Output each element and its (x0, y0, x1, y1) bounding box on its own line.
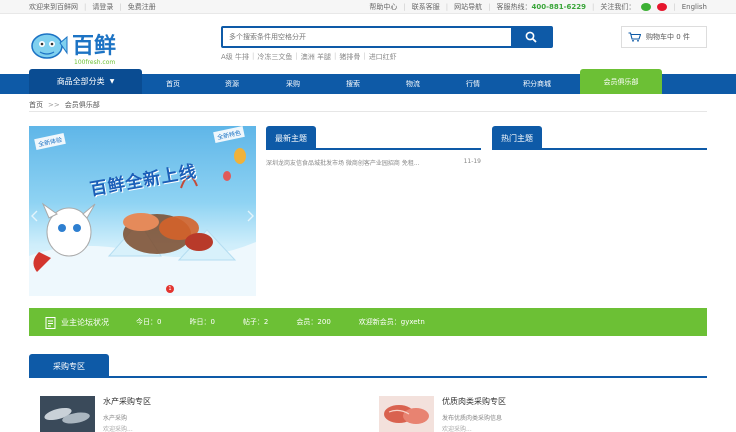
nav-item-purchase[interactable]: 采购 (268, 74, 318, 94)
hot-keyword[interactable]: 进口红虾 (366, 52, 400, 62)
breadcrumb-home[interactable]: 首页 (29, 100, 43, 110)
welcome-text: 欢迎来到百鲜网 (29, 2, 78, 11)
cart-label: 购物车中 0 件 (646, 33, 690, 41)
stat-new-member: 欢迎新会员：gyxetn (358, 318, 425, 326)
forum-stats-title: 业主论坛状况 (61, 317, 109, 327)
hot-keyword[interactable]: 冷冻三文鱼 (254, 52, 295, 62)
help-center-link[interactable]: 帮助中心 (369, 2, 397, 12)
stat-posts: 帖子：2 (242, 318, 269, 326)
tab-latest-topics[interactable]: 最新主题 (266, 126, 316, 150)
breadcrumb: 首页 >> 会员俱乐部 (29, 98, 707, 112)
logo-url: 100fresh.com (74, 59, 115, 66)
hot-keywords: A级 牛排 | 冷冻三文鱼 | 澳洲 羊腿 | 猪排骨 | 进口红虾 (221, 52, 553, 62)
stat-yesterday: 昨日：0 (189, 318, 215, 326)
tab-purchase-zone[interactable]: 采购专区 (29, 354, 109, 378)
list-item[interactable]: 深圳龙岗友信食品城批发市场 微商创客产业园招商 免租... 11-19 (266, 158, 481, 167)
chevron-down-icon: ▼ (109, 78, 115, 85)
card-more: 欢迎采购... (103, 426, 133, 432)
card-desc: 发布优质肉类采购信息 (442, 415, 503, 422)
hotline-number: 400-881-6229 (531, 2, 586, 11)
purchase-card-seafood[interactable]: 水产采购专区 水产采购 欢迎采购... (40, 396, 151, 432)
follow-label: 关注我们： (600, 2, 636, 11)
search-icon (525, 31, 537, 43)
cart-icon (628, 32, 641, 42)
breadcrumb-separator: >> (48, 100, 60, 109)
hotline-label: 客服热线：400-881-6229 (496, 2, 586, 11)
weibo-icon[interactable] (657, 2, 668, 11)
site-logo[interactable]: 百鲜 100fresh.com (30, 23, 136, 67)
logo-text: 百鲜 (72, 34, 116, 59)
header: 百鲜 100fresh.com A级 牛排| 冷冻三文鱼| 澳洲 羊腿| 猪排骨… (0, 15, 736, 71)
divider: | (488, 2, 491, 11)
tab-hot-topics[interactable]: 热门主题 (492, 126, 542, 150)
hot-keyword[interactable]: 猪排骨 (336, 52, 363, 62)
divider: | (592, 2, 595, 11)
hot-keyword[interactable]: 澳洲 羊腿 (298, 52, 334, 62)
main-nav: 商品全部分类 ▼ 首页 资源 采购 搜索 物流 行情 积分商城 会员俱乐部 (0, 69, 736, 94)
login-link[interactable]: 请登录 (92, 2, 113, 12)
hot-keyword[interactable]: A级 牛排 (221, 52, 252, 62)
banner-page-indicator[interactable]: 1 (166, 285, 174, 293)
topic-title[interactable]: 深圳龙岗友信食品城批发市场 微商创客产业园招商 免租... (266, 158, 420, 167)
forum-stats-bar: 业主论坛状况 今日：0 昨日：0 帖子：2 会员：200 欢迎新会员：gyxet… (29, 308, 707, 336)
card-desc: 水产采购 (103, 415, 128, 422)
divider: | (119, 2, 122, 11)
all-categories-label: 商品全部分类 (56, 77, 105, 86)
nav-item-home[interactable]: 首页 (148, 74, 198, 94)
cart-button[interactable]: 购物车中 0 件 (621, 26, 707, 48)
nav-item-market[interactable]: 行情 (448, 74, 498, 94)
divider: | (403, 2, 406, 11)
divider: | (445, 2, 449, 11)
register-link[interactable]: 免费注册 (128, 2, 156, 12)
latest-topics-header: 最新主题 (266, 126, 481, 150)
search-box (221, 26, 553, 48)
site-nav-link[interactable]: 网站导航 (454, 2, 482, 12)
hot-topics-header: 热门主题 (492, 126, 707, 150)
stat-today: 今日：0 (136, 318, 162, 326)
all-categories-button[interactable]: 商品全部分类 ▼ (29, 69, 142, 94)
topic-date: 11-19 (463, 158, 481, 165)
card-title[interactable]: 优质肉类采购专区 (442, 396, 506, 407)
purchase-card-meat[interactable]: 优质肉类采购专区 发布优质肉类采购信息 欢迎采购... (379, 396, 506, 432)
forum-stats-label: 业主论坛状况 (29, 316, 136, 329)
contact-service-link[interactable]: 联系客服 (412, 2, 440, 12)
meat-thumbnail (379, 396, 434, 432)
search-area: A级 牛排| 冷冻三文鱼| 澳洲 羊腿| 猪排骨| 进口红虾 (221, 26, 553, 62)
banner-illustration (29, 148, 256, 296)
clipboard-icon (45, 316, 56, 329)
divider: | (673, 2, 676, 11)
stat-members: 会员：200 (296, 318, 331, 326)
nav-item-logistics[interactable]: 物流 (388, 74, 438, 94)
nav-item-resources[interactable]: 资源 (207, 74, 257, 94)
nav-item-points-mall[interactable]: 积分商城 (512, 74, 562, 94)
search-input[interactable] (223, 28, 511, 46)
wechat-icon[interactable] (641, 2, 652, 11)
divider: | (84, 2, 87, 11)
nav-item-member-club[interactable]: 会员俱乐部 (580, 69, 662, 94)
purchase-zone-header: 采购专区 (29, 354, 707, 378)
top-bar: 欢迎来到百鲜网 | 请登录 | 免费注册 帮助中心 | 联系客服 | 网站导航 … (0, 0, 736, 14)
seafood-thumbnail (40, 396, 95, 432)
nav-item-search[interactable]: 搜索 (328, 74, 378, 94)
card-more: 欢迎采购... (442, 426, 472, 432)
card-title[interactable]: 水产采购专区 (103, 396, 151, 407)
search-button[interactable] (511, 28, 551, 46)
breadcrumb-current: 会员俱乐部 (64, 100, 100, 109)
english-link[interactable]: English (682, 3, 707, 11)
promo-banner[interactable]: 全新体验 全新特色 百鲜全新上线 1 (29, 126, 256, 296)
